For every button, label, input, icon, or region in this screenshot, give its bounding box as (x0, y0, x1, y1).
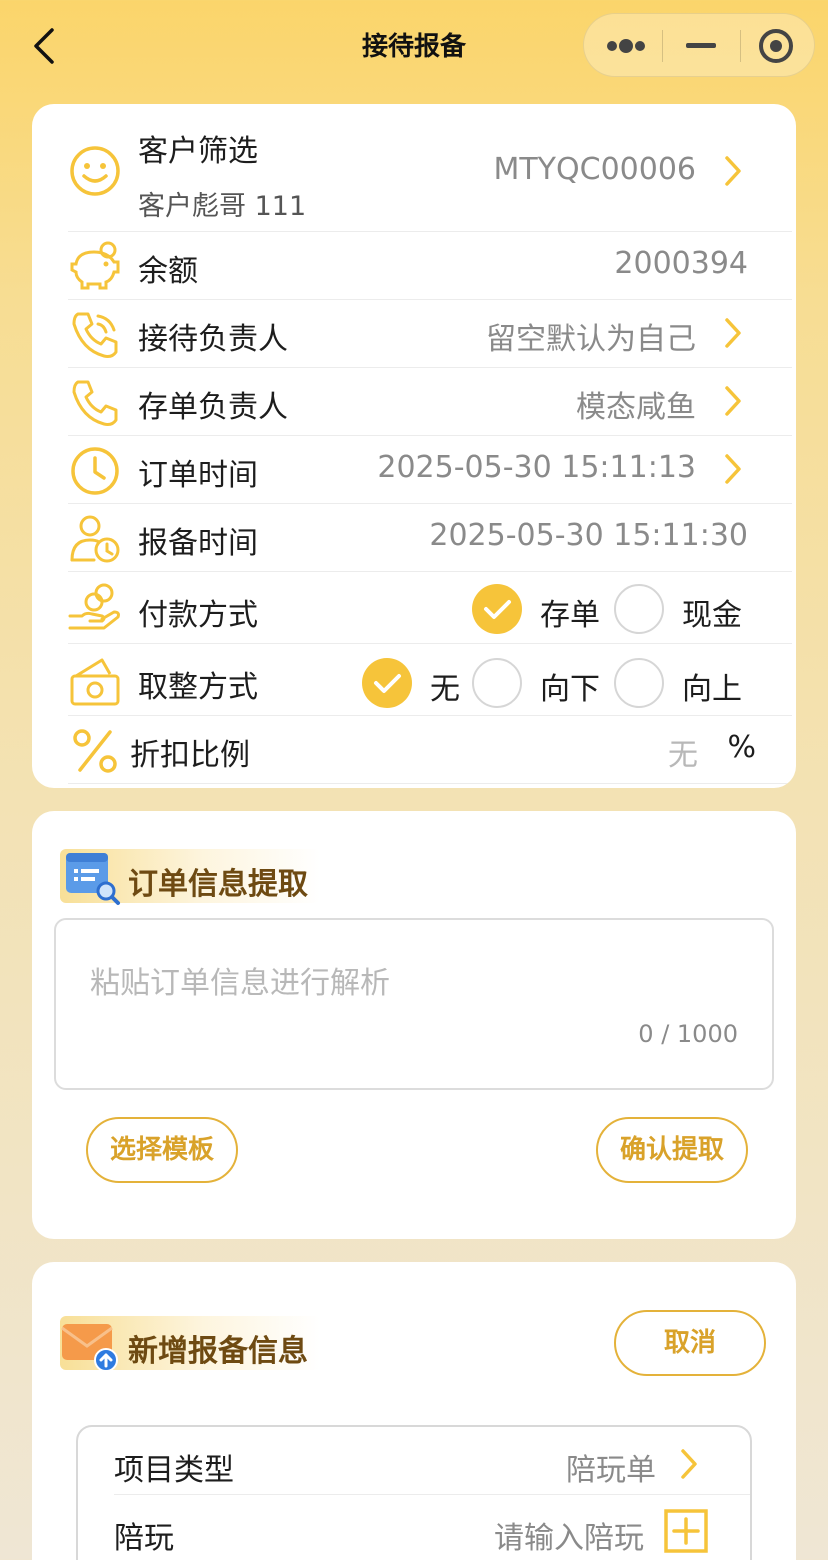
order-time-label: 订单时间 (138, 458, 258, 493)
more-dots-icon (607, 39, 645, 53)
balance-value: 2000394 (614, 246, 748, 281)
cancel-button[interactable]: 取消 (614, 1310, 766, 1376)
discount-input[interactable]: 无 (668, 730, 698, 774)
radio-cash[interactable] (614, 584, 664, 634)
checkmark-icon (374, 674, 401, 693)
deposit-owner-label: 存单负责人 (138, 390, 288, 425)
payment-method-row: 付款方式 存单 现金 (68, 572, 792, 644)
chevron-right-icon (725, 454, 741, 484)
cash-icon (70, 658, 120, 706)
new-report-card: 新增报备信息 取消 项目类型 陪玩单 陪玩 请输入陪玩 (32, 1262, 796, 1560)
radio-deposit[interactable] (472, 584, 522, 634)
chevron-right-icon (725, 386, 741, 416)
customer-name: 客户彪哥 111 (138, 191, 307, 222)
companion-label: 陪玩 (114, 1521, 174, 1556)
order-time-value: 2025-05-30 15:11:13 (377, 450, 696, 485)
minimize-button[interactable] (663, 14, 740, 78)
more-button[interactable] (584, 14, 661, 78)
phone-call-icon (72, 312, 118, 358)
discount-row: 折扣比例 无 % (68, 716, 792, 784)
order-extract-card: 订单信息提取 粘贴订单信息进行解析 0 / 1000 选择模板 确认提取 (32, 811, 796, 1239)
customer-filter-row[interactable]: 客户筛选 客户彪哥 111 MTYQC00006 (68, 104, 792, 232)
document-search-icon (66, 853, 120, 905)
radio-round-up[interactable] (614, 658, 664, 708)
close-button[interactable] (740, 14, 817, 78)
companion-row: 陪玩 请输入陪玩 (114, 1495, 750, 1560)
project-type-value: 陪玩单 (566, 1453, 656, 1488)
user-clock-icon (70, 515, 120, 563)
minimize-icon (686, 43, 716, 48)
radio-deposit-label[interactable]: 存单 (540, 590, 600, 634)
deposit-owner-row[interactable]: 存单负责人 模态咸鱼 (68, 368, 792, 436)
piggy-bank-icon (70, 241, 120, 290)
discount-unit: % (727, 730, 756, 765)
radio-round-up-label[interactable]: 向上 (682, 664, 742, 708)
project-type-row[interactable]: 项目类型 陪玩单 (114, 1427, 750, 1495)
select-template-button[interactable]: 选择模板 (86, 1117, 238, 1183)
project-type-label: 项目类型 (114, 1453, 234, 1488)
smiley-icon (70, 146, 120, 196)
rounding-method-row: 取整方式 无 向下 向上 (68, 644, 792, 716)
chevron-right-icon (681, 1449, 697, 1479)
hand-coins-icon (68, 583, 120, 630)
char-counter: 0 / 1000 (638, 1020, 738, 1048)
customer-filter-label: 客户筛选 (138, 134, 258, 169)
radio-round-down-label[interactable]: 向下 (540, 664, 600, 708)
radio-none-label[interactable]: 无 (430, 664, 460, 708)
textarea-placeholder: 粘贴订单信息进行解析 (90, 966, 390, 1001)
order-info-textarea[interactable]: 粘贴订单信息进行解析 0 / 1000 (54, 918, 774, 1090)
add-companion-button[interactable] (664, 1509, 708, 1553)
deposit-owner-value: 模态咸鱼 (576, 390, 696, 425)
payment-method-label: 付款方式 (138, 598, 258, 633)
reception-owner-value: 留空默认为自己 (486, 322, 696, 357)
order-time-row[interactable]: 订单时间 2025-05-30 15:11:13 (68, 436, 792, 504)
rounding-method-label: 取整方式 (138, 670, 258, 705)
section-title: 新增报备信息 (128, 1334, 308, 1369)
report-items-box: 项目类型 陪玩单 陪玩 请输入陪玩 (76, 1425, 752, 1560)
mini-program-capsule (583, 13, 815, 77)
reception-owner-label: 接待负责人 (138, 322, 288, 357)
report-time-label: 报备时间 (138, 526, 258, 561)
close-circle-icon (759, 29, 793, 63)
chevron-right-icon (725, 156, 741, 186)
confirm-extract-button[interactable]: 确认提取 (596, 1117, 748, 1183)
radio-round-down[interactable] (472, 658, 522, 708)
discount-label: 折扣比例 (130, 738, 250, 773)
chevron-right-icon (725, 318, 741, 348)
top-bar: 接待报备 (0, 0, 828, 92)
report-time-row: 报备时间 2025-05-30 15:11:30 (68, 504, 792, 572)
clock-icon (71, 447, 119, 495)
reception-owner-row[interactable]: 接待负责人 留空默认为自己 (68, 300, 792, 368)
report-form-card: 客户筛选 客户彪哥 111 MTYQC00006 余额 2000394 接待负责… (32, 104, 796, 788)
section-title: 订单信息提取 (128, 867, 308, 902)
mail-upload-icon (61, 1324, 118, 1372)
companion-input[interactable]: 请输入陪玩 (494, 1513, 644, 1557)
report-time-value: 2025-05-30 15:11:30 (429, 518, 748, 553)
percent-icon (73, 729, 117, 773)
balance-label: 余额 (138, 254, 198, 289)
checkmark-icon (484, 600, 511, 619)
radio-cash-label[interactable]: 现金 (682, 590, 742, 634)
phone-icon (72, 380, 118, 426)
balance-row: 余额 2000394 (68, 232, 792, 300)
customer-code: MTYQC00006 (493, 152, 696, 187)
radio-none[interactable] (362, 658, 412, 708)
